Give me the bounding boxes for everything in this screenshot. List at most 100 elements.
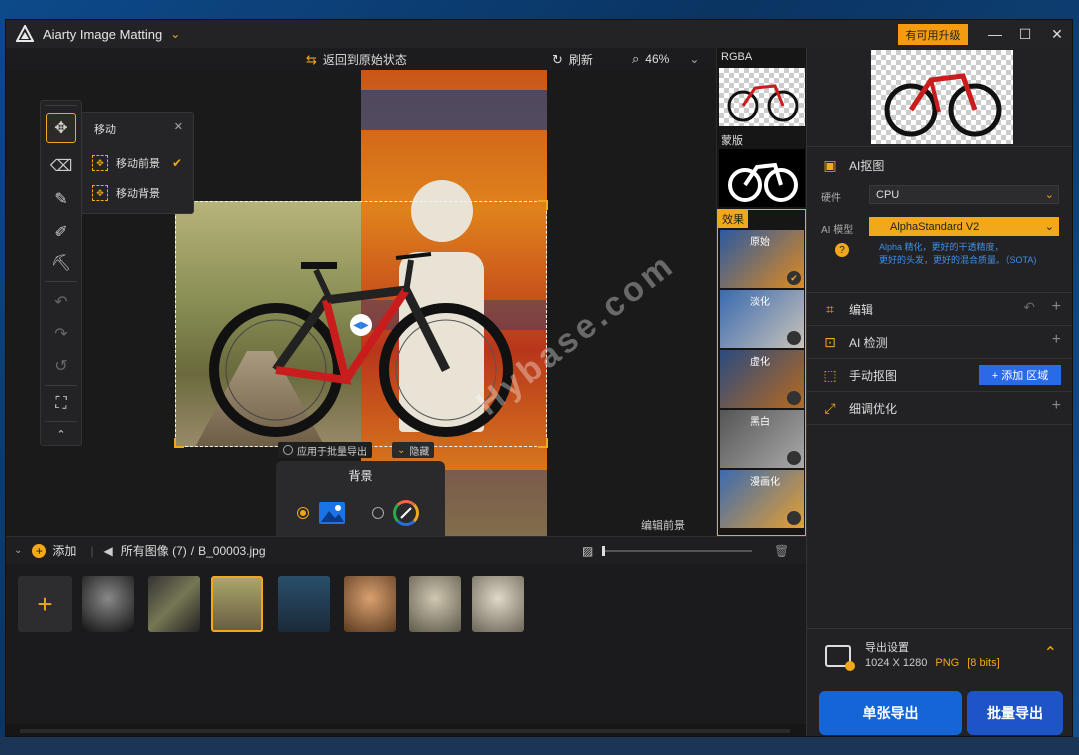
image-thumb[interactable] [472, 576, 524, 632]
reset-label: 返回到原始状态 [322, 53, 407, 67]
move-foreground-item[interactable]: ✥ 移动前景 ✔ [92, 155, 188, 171]
image-thumb[interactable] [344, 576, 396, 632]
hardware-select[interactable]: CPU ⌄ [869, 185, 1059, 204]
thumb-size-slider[interactable] [602, 546, 752, 556]
hide-button[interactable]: ⌄ 隐藏 [392, 442, 435, 458]
fit-screen-icon[interactable]: ⛶ [46, 389, 76, 419]
move-foreground-icon: ✥ [92, 155, 108, 171]
export-settings[interactable]: 导出设置 1024 X 1280 PNG [8 bits] ⌃ [807, 628, 1072, 688]
reset-icon[interactable]: ↺ [46, 351, 76, 381]
close-icon[interactable]: ✕ [1042, 24, 1072, 44]
collapse-strip-icon[interactable]: ⌄ [14, 545, 22, 556]
edit-foreground-label[interactable]: 编辑前景 [641, 517, 685, 533]
ai-detect-section[interactable]: ⊡ AI 检测 + [807, 325, 1072, 358]
image-size-icon: ▨ [582, 543, 594, 558]
edit-section[interactable]: ⌗ 编辑 ↶ + [807, 292, 1072, 325]
split-handle-icon[interactable]: ◀▶ [350, 314, 372, 336]
canvas[interactable]: ◀▶ Hybase.com ✥ ⌫ ✎ ✐ ⛏ ↶ ↷ ↺ ⛶ ⌃ 移动 ✕ ✥… [6, 70, 716, 536]
brush-icon[interactable]: ✎ [46, 184, 76, 214]
zoom-icon: ⌕ [632, 51, 640, 66]
bg-color-radio[interactable] [372, 507, 384, 519]
ai-matting-header[interactable]: ▣ AI抠图 [821, 157, 884, 174]
roller-icon[interactable]: ⛏ [46, 248, 76, 278]
undo-icon[interactable]: ↶ [46, 287, 76, 317]
reset-button[interactable]: ⇆ 返回到原始状态 [306, 51, 407, 68]
move-background-item[interactable]: ✥ 移动背景 [92, 185, 160, 201]
refresh-icon: ↻ [552, 51, 563, 67]
zoom-control[interactable]: ⌕ 46% ⌄ [632, 51, 699, 67]
effect-fade[interactable]: 淡化 [720, 290, 804, 348]
bg-image-radio[interactable] [297, 507, 309, 519]
refine-icon: ⤢ [824, 400, 836, 416]
model-desc-line1: Alpha 精化，更好的干透精度， [879, 242, 1004, 252]
maximize-icon[interactable]: ☐ [1010, 24, 1040, 44]
rgba-label: RGBA [721, 51, 753, 63]
breadcrumb-all-images[interactable]: 所有图像 (7) [121, 542, 187, 559]
restore-brush-icon[interactable]: ✐ [46, 217, 76, 247]
plus-icon[interactable]: + [1052, 298, 1061, 316]
minimize-icon[interactable]: — [980, 24, 1010, 44]
hide-label: 隐藏 [409, 446, 430, 458]
expand-up-icon[interactable]: ⌃ [1044, 643, 1057, 663]
undo-icon[interactable]: ↶ [1023, 299, 1035, 316]
swap-icon: ⇆ [306, 51, 317, 67]
mask-thumb[interactable] [719, 149, 805, 207]
trash-icon[interactable]: 🗑 [774, 544, 789, 558]
effect-cartoon[interactable]: 漫画化 [720, 470, 804, 528]
right-panel: ▣ AI抠图 硬件 CPU ⌄ AI 模型 AlphaStandard V2 ⌄… [806, 48, 1072, 736]
plus-icon[interactable]: + [1052, 331, 1061, 349]
image-thumb[interactable] [409, 576, 461, 632]
single-export-button[interactable]: 单张导出 [819, 691, 962, 735]
help-icon[interactable]: ? [835, 243, 849, 257]
rgba-thumb[interactable] [719, 68, 805, 126]
breadcrumb-file: B_00003.jpg [198, 543, 266, 558]
add-image-tile[interactable]: + [18, 576, 72, 632]
eraser-icon[interactable]: ⌫ [46, 151, 76, 181]
left-toolbar: ✥ ⌫ ✎ ✐ ⛏ ↶ ↷ ↺ ⛶ ⌃ [40, 100, 82, 446]
collapse-icon[interactable]: ⌃ [46, 423, 76, 445]
refresh-label: 刷新 [568, 53, 593, 67]
image-thumb[interactable] [82, 576, 134, 632]
add-icon[interactable]: + [32, 543, 47, 558]
color-picker-icon[interactable] [393, 500, 419, 526]
redo-icon[interactable]: ↷ [46, 319, 76, 349]
manual-matting-section[interactable]: ⬚ 手动抠图 + 添加 区域 [807, 358, 1072, 391]
model-description: Alpha 精化，更好的干透精度， 更好的头发，更好的混合质量。（SOTA) [879, 241, 1036, 267]
status-icon [787, 391, 801, 405]
effect-blur[interactable]: 虚化 [720, 350, 804, 408]
move-popup: 移动 ✕ ✥ 移动前景 ✔ ✥ 移动背景 [81, 112, 194, 214]
effect-bw[interactable]: 黑白 [720, 410, 804, 468]
preview-thumbnails: RGBA 蒙版 效果 原始 ✔ 淡化 虚化 黑白 漫画化 [716, 48, 806, 536]
popup-close-icon[interactable]: ✕ [174, 120, 183, 133]
move-tool-icon[interactable]: ✥ [46, 113, 76, 143]
plus-icon[interactable]: + [1052, 397, 1061, 415]
effect-fade-label: 淡化 [750, 297, 770, 308]
image-background-icon[interactable] [319, 502, 345, 524]
ai-detect-icon: ⊡ [824, 334, 836, 350]
ai-matting-icon: ▣ [823, 157, 837, 173]
back-arrow-icon[interactable]: ◀ [104, 544, 113, 558]
strip-scrollbar[interactable] [6, 724, 806, 736]
effect-original[interactable]: 原始 ✔ [720, 230, 804, 288]
refresh-button[interactable]: ↻ 刷新 [552, 51, 593, 68]
hardware-value: CPU [876, 188, 900, 201]
image-thumb[interactable] [278, 576, 330, 632]
app-menu-chevron-icon[interactable]: ⌄ [170, 27, 180, 41]
apply-batch-radio[interactable] [283, 445, 293, 455]
apply-batch-label: 应用于批量导出 [297, 446, 367, 458]
add-region-button[interactable]: + 添加 区域 [979, 365, 1061, 385]
add-images-button[interactable]: 添加 [52, 542, 76, 559]
image-thumb-selected[interactable] [211, 576, 263, 632]
batch-export-button[interactable]: 批量导出 [967, 691, 1063, 735]
image-thumb[interactable] [148, 576, 200, 632]
effects-panel: 效果 原始 ✔ 淡化 虚化 黑白 漫画化 [717, 209, 806, 536]
effect-blur-label: 虚化 [750, 357, 770, 368]
chevron-down-icon: ⌄ [1044, 189, 1054, 201]
apply-batch-toggle[interactable]: 应用于批量导出 [278, 442, 372, 458]
upgrade-button[interactable]: 有可用升级 [898, 24, 968, 45]
check-icon: ✔ [787, 271, 801, 285]
refine-section[interactable]: ⤢ 细调优化 + [807, 391, 1072, 424]
ai-matting-section: ▣ AI抠图 硬件 CPU ⌄ AI 模型 AlphaStandard V2 ⌄… [807, 146, 1072, 286]
model-select[interactable]: AlphaStandard V2 ⌄ [869, 217, 1059, 236]
zoom-dropdown-icon[interactable]: ⌄ [689, 52, 699, 66]
